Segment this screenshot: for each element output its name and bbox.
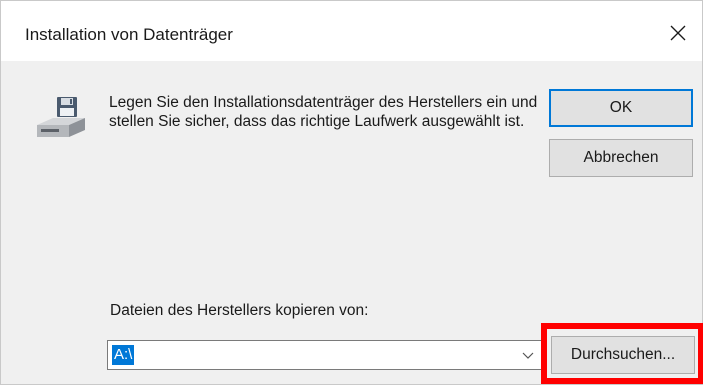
browse-button[interactable]: Durchsuchen... [551,336,695,374]
close-button[interactable] [660,15,696,51]
install-from-disk-dialog: Installation von Datenträger Legen Sie d… [0,0,703,385]
disk-drive-icon [37,97,85,137]
source-path-label: Dateien des Herstellers kopieren von: [110,302,369,319]
cancel-button-label: Abbrechen [583,149,659,166]
instruction-text: Legen Sie den Installationsdatenträger d… [109,94,538,130]
source-path-combobox[interactable]: A:\ [107,340,543,370]
title-bar: Installation von Datenträger [1,1,702,61]
browse-button-label: Durchsuchen... [570,346,676,363]
ok-button-label: OK [609,99,633,116]
ok-button[interactable]: OK [549,89,693,127]
cancel-button[interactable]: Abbrechen [549,139,693,177]
source-path-value[interactable]: A:\ [112,345,135,365]
close-icon [670,25,686,41]
chevron-down-icon[interactable] [522,350,534,360]
window-title: Installation von Datenträger [25,25,233,44]
